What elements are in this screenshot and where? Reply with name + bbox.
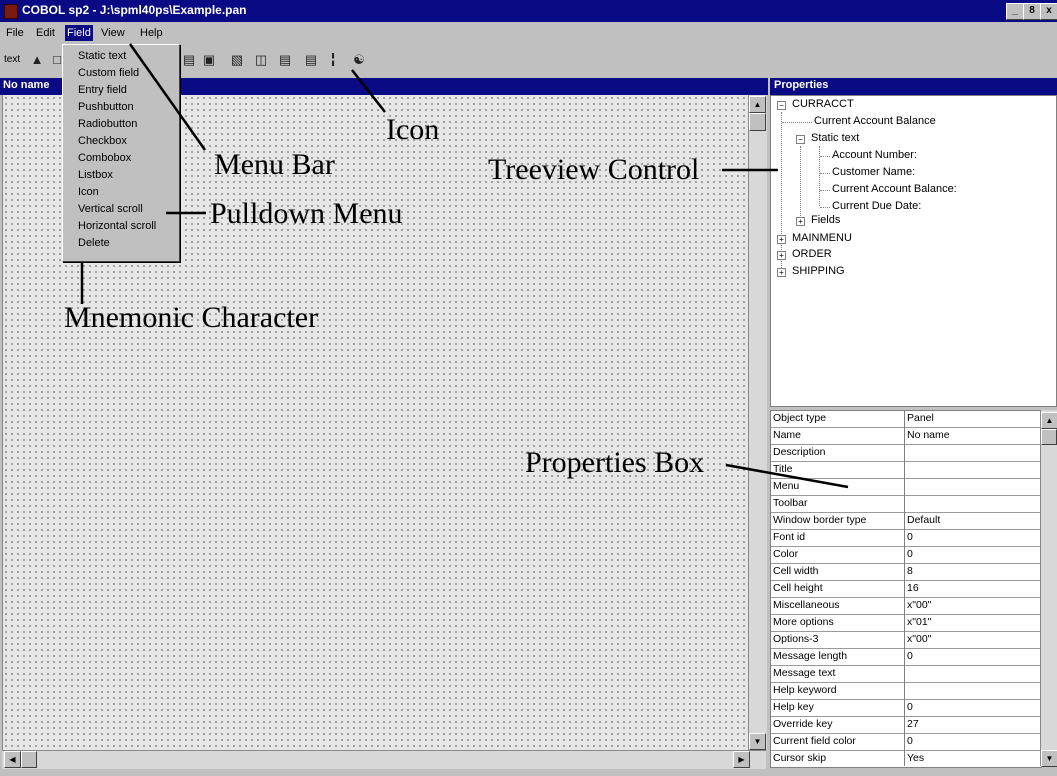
annotation-properties-box: Properties Box	[525, 446, 705, 479]
annotation-pulldown-menu: Pulldown Menu	[210, 197, 403, 230]
annotation-arrows	[80, 43, 849, 489]
annotation-icon: Icon	[386, 113, 440, 146]
annotation-menu-bar: Menu Bar	[214, 148, 335, 181]
annotation-mnemonic-character: Mnemonic Character	[64, 301, 319, 334]
annotation-treeview-control: Treeview Control	[488, 153, 700, 186]
